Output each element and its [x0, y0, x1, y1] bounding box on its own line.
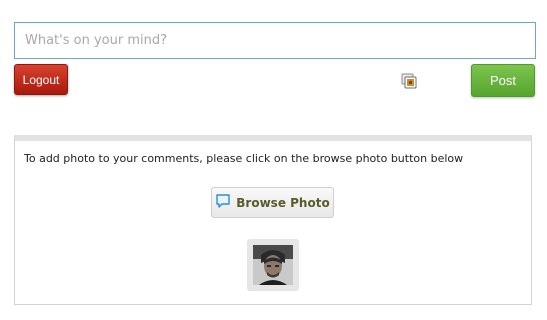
profile-photo-thumbnail[interactable]: [247, 239, 299, 291]
post-button[interactable]: Post: [471, 64, 535, 97]
browse-photo-label: Browse Photo: [236, 195, 330, 210]
upload-instructions: To add photo to your comments, please cl…: [24, 152, 464, 165]
photo-upload-panel: To add photo to your comments, please cl…: [14, 135, 532, 305]
profile-photo: [253, 245, 293, 285]
status-input[interactable]: [14, 22, 536, 59]
speech-bubble-icon: [215, 193, 231, 213]
logout-button[interactable]: Logout: [14, 64, 68, 95]
browse-photo-button[interactable]: Browse Photo: [211, 187, 334, 218]
photo-stack-icon[interactable]: [401, 73, 417, 89]
